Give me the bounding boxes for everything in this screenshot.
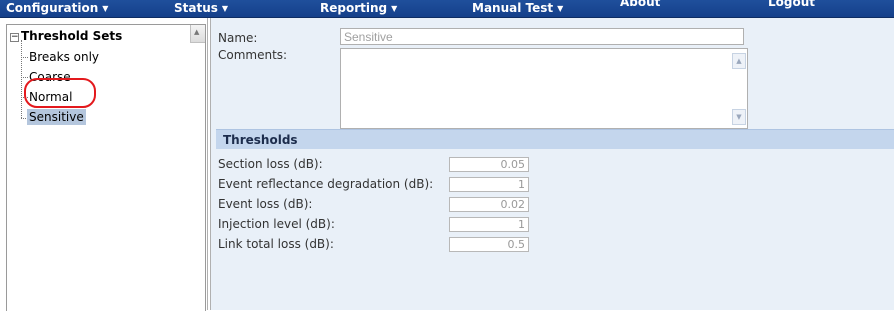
threshold-sets-tree: ▲ − Threshold Sets Breaks only Coarse Nor… <box>6 24 206 311</box>
injection-level-label: Injection level (dB): <box>218 217 335 231</box>
menu-logout[interactable]: Logout <box>768 0 815 9</box>
comments-field[interactable]: ▲ ▼ <box>340 48 748 129</box>
menu-manual-test-label: Manual Test <box>472 1 554 15</box>
tree-connector <box>21 77 28 78</box>
link-total-loss-label: Link total loss (dB): <box>218 237 334 251</box>
name-label: Name: <box>218 31 258 45</box>
thresholds-header-label: Thresholds <box>223 133 298 147</box>
tree-root-threshold-sets[interactable]: − Threshold Sets <box>10 29 122 43</box>
menu-reporting[interactable]: Reporting ▼ <box>320 1 397 15</box>
tree-connector <box>21 40 22 118</box>
thresholds-section-header: Thresholds <box>216 129 894 149</box>
event-reflectance-input[interactable]: 1 <box>449 177 529 192</box>
menu-about-label: About <box>620 0 661 9</box>
chevron-up-icon: ▲ <box>194 28 200 36</box>
selection-highlight-ring <box>24 78 96 108</box>
menu-configuration[interactable]: Configuration ▼ <box>6 1 108 15</box>
tree-connector <box>21 57 28 58</box>
section-loss-input[interactable]: 0.05 <box>449 157 529 172</box>
event-loss-label: Event loss (dB): <box>218 197 313 211</box>
chevron-down-icon: ▼ <box>391 4 398 13</box>
tree-scroll-up-button[interactable]: ▲ <box>190 25 205 43</box>
section-loss-label: Section loss (dB): <box>218 157 323 171</box>
chevron-down-icon: ▼ <box>221 4 229 13</box>
menu-manual-test[interactable]: Manual Test ▼ <box>472 1 563 15</box>
injection-level-input[interactable]: 1 <box>449 217 529 232</box>
comments-scrollbar[interactable]: ▲ ▼ <box>730 49 747 128</box>
menu-logout-label: Logout <box>768 0 816 9</box>
chevron-down-icon[interactable]: ▼ <box>732 109 746 125</box>
menu-status[interactable]: Status ▼ <box>174 1 228 15</box>
name-field[interactable] <box>340 28 744 45</box>
top-menu-bar: Configuration ▼ Status ▼ Reporting ▼ Manual… <box>0 0 894 18</box>
chevron-up-icon[interactable]: ▲ <box>732 53 746 69</box>
menu-configuration-label: Configuration <box>6 1 99 15</box>
chevron-down-icon: ▼ <box>102 4 109 13</box>
tree-item-sensitive[interactable]: Sensitive <box>27 109 86 125</box>
tree-item-breaks-only[interactable]: Breaks only <box>29 50 99 64</box>
menu-reporting-label: Reporting <box>320 1 388 15</box>
collapse-icon[interactable]: − <box>10 33 19 42</box>
comments-label: Comments: <box>218 48 288 62</box>
event-reflectance-label: Event reflectance degradation (dB): <box>218 177 434 191</box>
splitter-line <box>207 18 208 310</box>
event-loss-input[interactable]: 0.02 <box>449 197 529 212</box>
menu-about[interactable]: About <box>620 0 660 9</box>
tree-root-label: Threshold Sets <box>21 29 123 43</box>
menu-status-label: Status <box>174 1 218 15</box>
chevron-down-icon: ▼ <box>557 4 564 13</box>
link-total-loss-input[interactable]: 0.5 <box>449 237 529 252</box>
